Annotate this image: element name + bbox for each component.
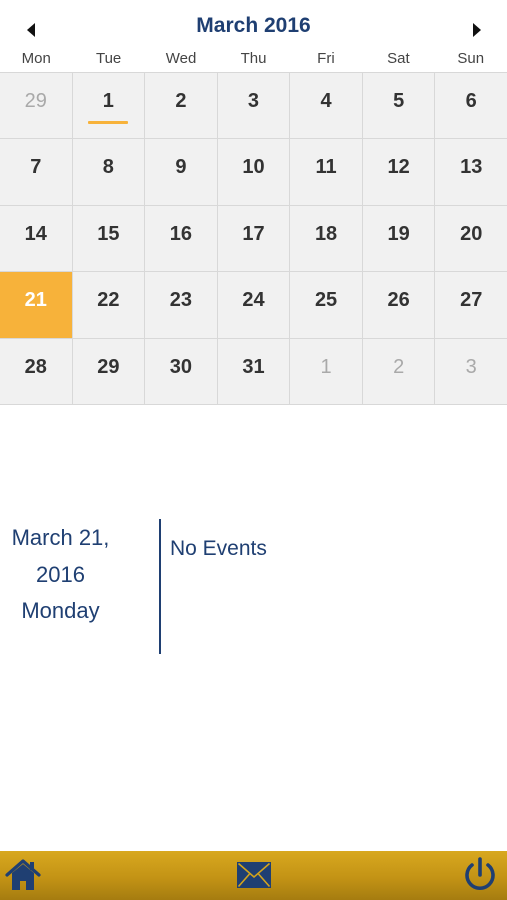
day-cell[interactable]: 7 <box>0 139 72 205</box>
day-cell[interactable]: 20 <box>435 205 507 272</box>
day-cell-selected[interactable]: 21 <box>0 272 72 338</box>
mail-icon <box>237 862 271 888</box>
day-number: 13 <box>460 156 483 179</box>
day-cell[interactable]: 26 <box>362 272 435 338</box>
home-button[interactable] <box>3 855 43 895</box>
day-cell[interactable]: 18 <box>290 205 362 272</box>
day-cell[interactable]: 14 <box>0 205 72 272</box>
selected-date-weekday: Monday <box>21 598 100 623</box>
day-number: 24 <box>242 289 265 312</box>
day-number: 5 <box>393 90 405 112</box>
day-cell[interactable]: 9 <box>145 139 217 205</box>
day-cell[interactable]: 27 <box>435 272 507 338</box>
day-number: 19 <box>387 222 410 245</box>
day-number: 3 <box>465 355 477 378</box>
day-cell[interactable]: 12 <box>362 139 435 205</box>
power-icon <box>465 857 495 891</box>
weekday-label: Thu <box>240 50 267 67</box>
weekday-label: Tue <box>95 50 122 67</box>
weekday-label: Sat <box>387 50 410 67</box>
day-number: 3 <box>247 90 260 112</box>
day-number: 7 <box>30 156 42 179</box>
selected-date-year: 2016 <box>36 561 85 587</box>
day-number: 28 <box>24 355 47 378</box>
caret-right-icon <box>473 23 481 37</box>
day-number: 2 <box>393 355 405 378</box>
month-title: March 2016 <box>196 14 311 37</box>
day-cell[interactable]: 10 <box>217 139 290 205</box>
day-cell[interactable]: 25 <box>290 272 362 338</box>
calendar-header: March 2016 <box>0 0 507 48</box>
day-number: 1 <box>102 90 114 112</box>
no-events-text: No Events <box>170 537 267 560</box>
bottom-toolbar <box>0 851 507 900</box>
day-number: 31 <box>242 355 265 378</box>
day-number: 4 <box>320 90 332 112</box>
day-number: 20 <box>460 222 483 245</box>
day-cell[interactable]: 29 <box>72 338 145 404</box>
power-button[interactable] <box>460 855 500 895</box>
day-cell[interactable]: 22 <box>72 272 145 338</box>
day-cell[interactable]: 2 <box>145 73 217 139</box>
day-number: 9 <box>175 156 187 179</box>
day-cell-today[interactable]: 1 <box>72 73 145 139</box>
day-number: 17 <box>242 222 265 245</box>
weekday-label: Sun <box>457 50 485 67</box>
day-cell[interactable]: 4 <box>290 73 362 139</box>
selected-date-label: March 21, 2016 Monday <box>0 520 121 630</box>
day-cell[interactable]: 2 <box>362 338 435 404</box>
day-cell[interactable]: 5 <box>362 73 435 139</box>
home-icon <box>5 859 41 890</box>
calendar-grid: 29 1 2 3 4 5 6 7 8 9 10 11 12 13 14 15 1… <box>0 72 507 405</box>
day-cell[interactable]: 6 <box>435 73 507 139</box>
mail-button[interactable] <box>234 855 274 895</box>
day-cell[interactable]: 16 <box>145 205 217 272</box>
day-cell[interactable]: 11 <box>290 139 362 205</box>
day-number: 6 <box>465 90 477 112</box>
weekday-label: Fri <box>317 50 335 67</box>
day-number: 30 <box>169 355 193 378</box>
next-month-button[interactable] <box>465 17 489 43</box>
weekday-label: Wed <box>165 50 197 67</box>
day-number: 16 <box>169 222 193 245</box>
detail-divider <box>159 519 161 654</box>
day-cell[interactable]: 1 <box>290 338 362 404</box>
day-cell[interactable]: 19 <box>362 205 435 272</box>
today-indicator <box>88 121 129 124</box>
day-number: 2 <box>175 90 187 112</box>
day-cell[interactable]: 31 <box>217 338 290 404</box>
day-number: 1 <box>320 355 332 378</box>
weekday-header: Mon Tue Wed Thu Fri Sat Sun <box>0 48 507 72</box>
day-cell[interactable]: 28 <box>0 338 72 404</box>
day-number: 18 <box>314 222 338 245</box>
day-cell[interactable]: 24 <box>217 272 290 338</box>
day-number: 8 <box>102 156 114 179</box>
day-number: 23 <box>169 289 193 312</box>
day-number: 12 <box>387 156 410 179</box>
day-cell[interactable]: 17 <box>217 205 290 272</box>
day-cell[interactable]: 3 <box>217 73 290 139</box>
day-number: 26 <box>387 289 410 312</box>
day-number: 22 <box>97 289 120 312</box>
selected-date-line1: March 21, <box>11 525 110 550</box>
day-number: 27 <box>460 289 483 312</box>
day-number: 10 <box>242 156 265 179</box>
day-cell[interactable]: 3 <box>435 338 507 404</box>
day-cell[interactable]: 8 <box>72 139 145 205</box>
weekday-label: Mon <box>21 50 51 67</box>
day-cell[interactable]: 15 <box>72 205 145 272</box>
day-cell[interactable]: 30 <box>145 338 217 404</box>
day-number: 15 <box>97 222 120 245</box>
day-number: 29 <box>24 90 47 112</box>
day-cell[interactable]: 13 <box>435 139 507 205</box>
day-number: 21 <box>24 289 47 312</box>
day-number: 29 <box>97 355 120 378</box>
day-number: 11 <box>315 156 337 179</box>
day-cell[interactable]: 29 <box>0 73 72 139</box>
day-number: 25 <box>314 289 338 312</box>
day-cell[interactable]: 23 <box>145 272 217 338</box>
day-number: 14 <box>24 222 47 245</box>
